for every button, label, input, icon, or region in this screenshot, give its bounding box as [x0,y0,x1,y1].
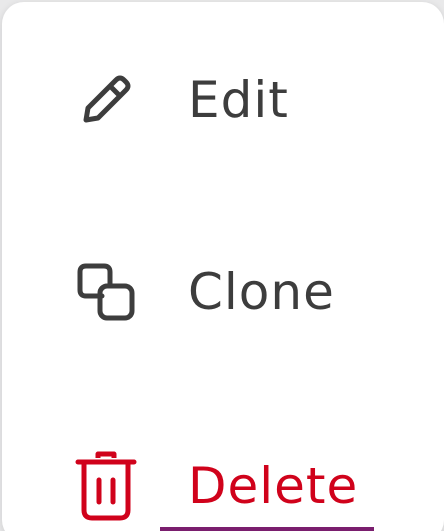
trash-icon [70,450,142,522]
accent-bar [160,527,374,531]
menu-item-label-clone: Clone [188,263,335,321]
menu-item-label-edit: Edit [188,71,289,129]
menu-item-delete[interactable]: Delete [2,426,444,531]
pencil-icon [70,64,142,136]
menu-item-edit[interactable]: Edit [2,40,444,160]
clone-icon [70,256,142,328]
page-backdrop: Edit Clone Delete [0,0,444,531]
menu-item-clone[interactable]: Clone [2,232,444,352]
context-menu: Edit Clone Delete [2,2,444,531]
menu-item-label-delete: Delete [188,457,359,515]
